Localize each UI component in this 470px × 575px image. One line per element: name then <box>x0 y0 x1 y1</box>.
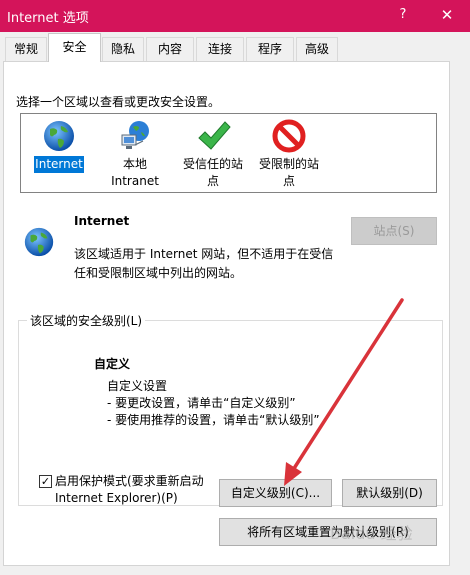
zone-list[interactable]: Internet 本地 Intranet 受信任的站 点 受限制的站 点 <box>20 113 437 193</box>
security-level-group-title: 该区域的安全级别(L) <box>27 312 146 329</box>
sites-button[interactable]: 站点(S) <box>351 217 437 245</box>
zone-restricted-sites-label-2: 点 <box>282 174 295 188</box>
level-line: - 要使用推荐的设置，请单击“默认级别” <box>107 413 320 427</box>
level-line: - 要更改设置，请单击“自定义级别” <box>107 396 296 410</box>
trusted-check-icon <box>198 121 231 150</box>
custom-level-button[interactable]: 自定义级别(C)... <box>219 479 332 507</box>
zone-prompt: 选择一个区域以查看或更改安全设置。 <box>16 95 221 109</box>
default-level-button[interactable]: 默认级别(D) <box>342 479 437 507</box>
zone-trusted-sites-label-1: 受信任的站 <box>182 157 243 171</box>
zone-globe-icon <box>24 227 54 257</box>
zone-trusted-sites[interactable]: 受信任的站 点 <box>177 118 249 190</box>
security-level-description: 自定义设置 - 要更改设置，请单击“自定义级别” - 要使用推荐的设置，请单击“… <box>107 378 320 429</box>
tab-security[interactable]: 安全 <box>48 33 101 62</box>
level-line: 自定义设置 <box>107 379 168 393</box>
zone-description: 该区域适用于 Internet 网站，但不适用于在受信任和受限制区域中列出的网站… <box>74 247 334 280</box>
zone-title: Internet <box>74 214 130 228</box>
window-title: Internet 选项 <box>7 11 89 26</box>
tab-programs[interactable]: 程序 <box>246 37 294 61</box>
tab-advanced[interactable]: 高级 <box>296 37 338 61</box>
tab-general[interactable]: 常规 <box>5 37 47 61</box>
zone-local-intranet[interactable]: 本地 Intranet <box>105 118 165 190</box>
zone-internet-label: Internet <box>34 156 84 173</box>
zone-restricted-sites-label-1: 受限制的站 <box>258 157 319 171</box>
tab-content[interactable]: 内容 <box>146 37 194 61</box>
zone-local-intranet-label-2: Intranet <box>111 174 159 188</box>
tab-connections[interactable]: 连接 <box>196 37 244 61</box>
zone-internet[interactable]: Internet <box>33 118 85 173</box>
restricted-icon <box>272 119 306 153</box>
help-button[interactable]: ? <box>380 0 426 32</box>
tab-privacy[interactable]: 隐私 <box>102 37 144 61</box>
zone-trusted-sites-label-2: 点 <box>206 174 219 188</box>
protected-mode-checkbox[interactable]: ✓ <box>39 475 52 488</box>
intranet-icon <box>121 121 149 149</box>
zone-local-intranet-label-1: 本地 <box>122 157 147 171</box>
close-button[interactable]: ✕ <box>424 0 470 32</box>
globe-icon <box>44 121 74 151</box>
zone-restricted-sites[interactable]: 受限制的站 点 <box>253 118 325 190</box>
title-bar: Internet 选项 ? ✕ <box>0 0 470 32</box>
security-level-name: 自定义 <box>94 357 131 371</box>
watermark: Baidu 经验 <box>330 524 413 543</box>
protected-mode-label[interactable]: 启用保护模式(要求重新启动 Internet Explorer)(P) <box>55 473 215 507</box>
